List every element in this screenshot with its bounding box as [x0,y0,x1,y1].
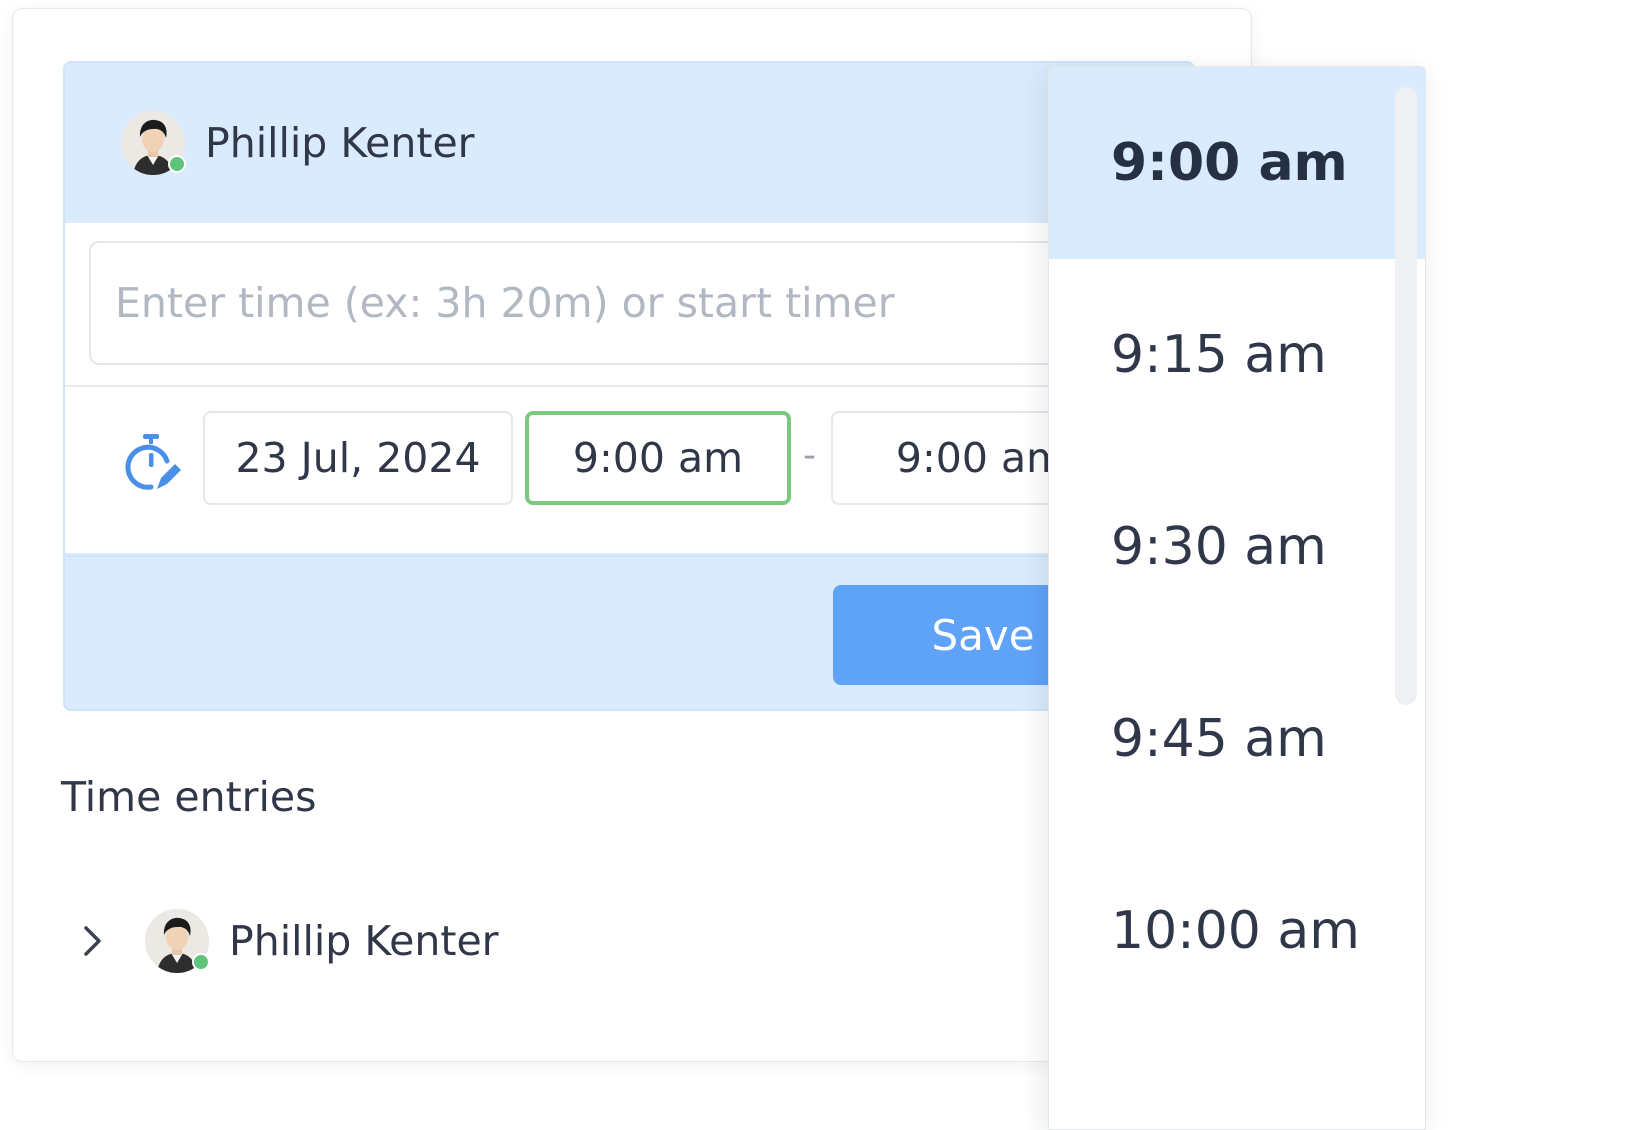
user-name: Phillip Kenter [205,119,475,167]
start-time-field[interactable]: 9:00 am [525,411,791,505]
time-option[interactable]: 9:30 am [1049,451,1425,643]
avatar [121,111,186,175]
avatar [145,909,210,973]
time-option[interactable]: 9:45 am [1049,643,1425,835]
form-body: Enter time (ex: 3h 20m) or start timer 2… [65,223,1193,553]
time-option[interactable]: 9:15 am [1049,259,1425,451]
time-options-dropdown: 9:00 am 9:15 am 9:30 am 9:45 am 10:00 am [1048,66,1426,1130]
time-input-field[interactable]: Enter time (ex: 3h 20m) or start timer [89,241,1189,365]
end-time-value: 9:00 am [895,434,1067,482]
stopwatch-edit-icon[interactable] [121,431,183,495]
time-input-placeholder: Enter time (ex: 3h 20m) or start timer [115,279,895,327]
chevron-right-glyph [84,926,101,956]
dropdown-scrollbar[interactable] [1395,87,1417,705]
time-entry-form: Phillip Kenter Enter time (ex: 3h 20m) o… [63,61,1195,711]
time-range-separator: - [803,435,816,476]
time-entries-heading: Time entries [61,773,317,821]
entry-user-name: Phillip Kenter [229,917,499,965]
date-value: 23 Jul, 2024 [235,434,481,482]
time-option[interactable]: 10:00 am [1049,835,1425,1027]
form-footer: Save [65,555,1193,709]
time-entry-row[interactable]: Phillip Kenter [73,901,499,981]
save-button-label: Save [931,610,1035,660]
chevron-right-icon[interactable] [73,921,113,961]
online-status-dot [192,953,210,971]
divider [65,385,1193,387]
start-time-value: 9:00 am [572,434,744,482]
date-time-row: 23 Jul, 2024 9:00 am - 9:00 am [65,411,1193,507]
form-header: Phillip Kenter [65,63,1193,223]
time-option-selected[interactable]: 9:00 am [1049,67,1425,259]
online-status-dot [168,155,186,173]
date-field[interactable]: 23 Jul, 2024 [203,411,513,505]
